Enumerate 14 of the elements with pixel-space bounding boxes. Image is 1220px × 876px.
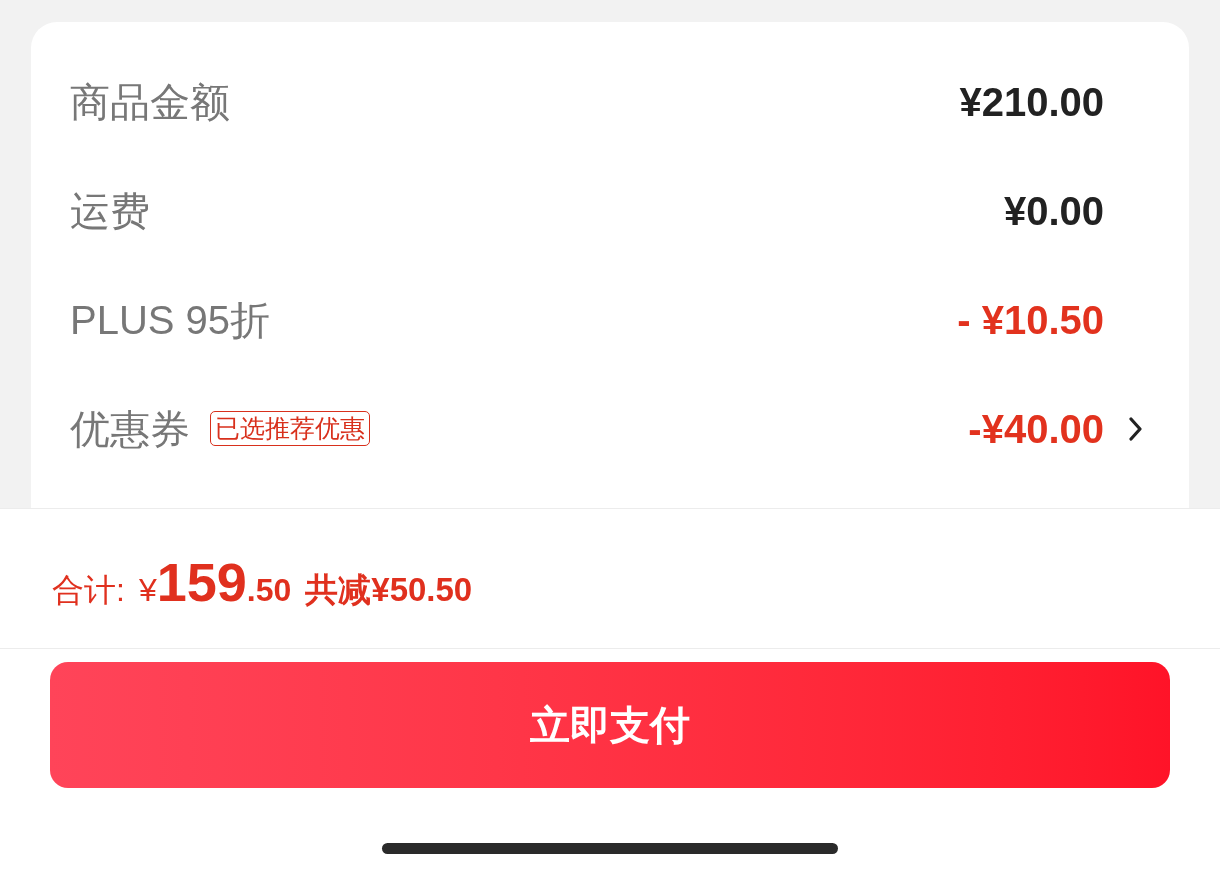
amount-value: ¥0.00	[1003, 190, 1104, 231]
total-amount: ¥159.50	[138, 554, 292, 609]
recommended-tag: 已选推荐优惠	[210, 411, 370, 446]
row-label: 运费	[70, 190, 150, 231]
row-label: PLUS 95折	[70, 299, 271, 340]
total-label: 合计:	[52, 573, 125, 606]
row-label: 优惠券	[70, 408, 190, 449]
amount-value: ¥210.00	[959, 81, 1104, 122]
discount-value: -¥40.00	[968, 408, 1104, 449]
discount-value: - ¥10.50	[957, 299, 1104, 340]
savings-text: 共减¥50.50	[305, 572, 473, 606]
row-label: 商品金额	[70, 81, 230, 122]
pay-now-button[interactable]: 立即支付	[50, 662, 1170, 788]
chevron-right-icon[interactable]	[1129, 416, 1142, 441]
